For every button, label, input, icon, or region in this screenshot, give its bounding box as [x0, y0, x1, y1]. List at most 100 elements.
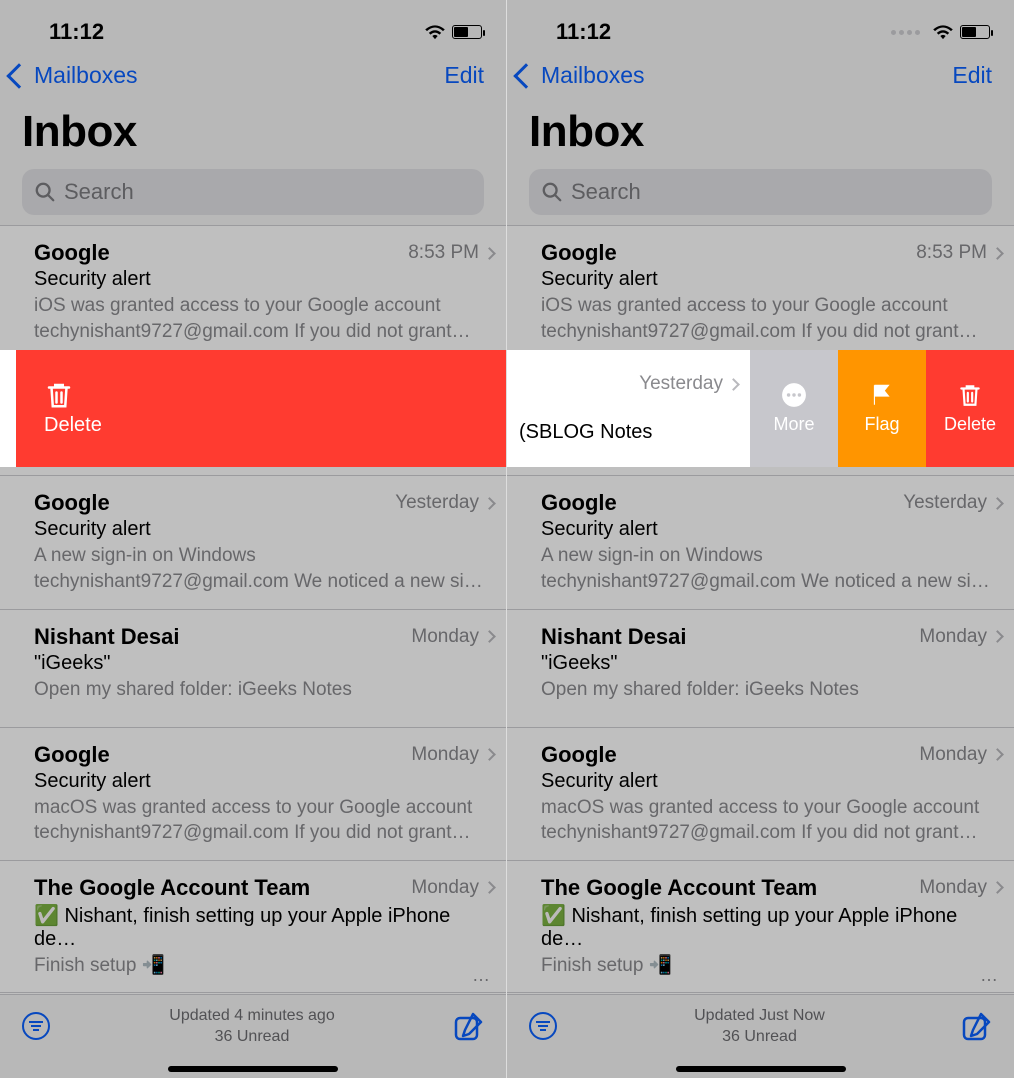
time: Monday — [919, 877, 1002, 899]
preview: Finish setup 📲 — [541, 953, 1002, 979]
message-row[interactable]: Google Monday Security alert macOS was g… — [507, 728, 1014, 861]
message-row[interactable]: Google Yesterday Security alert A new si… — [507, 476, 1014, 609]
filter-button[interactable] — [22, 1012, 50, 1040]
delete-label: Delete — [944, 414, 996, 435]
preview: Open my shared folder: iGeeks Notes — [34, 677, 494, 703]
preview: iOS was granted access to your Google ac… — [34, 293, 494, 344]
subject: ✅ Nishant, finish setting up your Apple … — [34, 903, 494, 951]
search-input[interactable]: Search — [22, 169, 484, 215]
message-row[interactable]: Google 8:53 PM Security alert iOS was gr… — [507, 226, 1014, 359]
home-indicator — [168, 1066, 338, 1072]
delete-action[interactable]: Delete — [16, 350, 506, 467]
phone-right: 11:12 Mailboxes Edit Inbox Search Google… — [507, 0, 1014, 1078]
time: Monday — [411, 744, 494, 766]
toolbar-status: Updated Just Now 36 Unread — [694, 1005, 825, 1048]
swipe-actions-row[interactable]: Yesterday (SBLOG Notes More Flag Delete — [507, 350, 1014, 467]
time: 8:53 PM — [408, 242, 494, 264]
filter-button[interactable] — [529, 1012, 557, 1040]
subject: Security alert — [541, 770, 1002, 793]
message-row[interactable]: Google Monday Security alert macOS was g… — [0, 728, 506, 861]
message-row[interactable]: Nishant Desai Monday "iGeeks" Open my sh… — [507, 610, 1014, 728]
more-icon: … — [472, 965, 492, 986]
preview: Finish setup 📲 — [34, 953, 494, 979]
page-title: Inbox — [0, 97, 506, 169]
swipe-message-subject: (SBLOG Notes — [519, 421, 750, 444]
phone-left: 11:12 Mailboxes Edit Inbox Search Google… — [0, 0, 507, 1078]
swipe-message-body[interactable]: Yesterday (SBLOG Notes — [507, 350, 750, 467]
screen-record-dots-icon — [891, 30, 920, 35]
sender: The Google Account Team — [541, 875, 817, 901]
bottom-toolbar: Updated Just Now 36 Unread — [507, 994, 1014, 1058]
status-time: 11:12 — [556, 19, 611, 45]
time: Monday — [411, 626, 494, 648]
search-input[interactable]: Search — [529, 169, 992, 215]
back-button[interactable]: Mailboxes — [10, 62, 138, 89]
sender: Google — [541, 490, 617, 516]
chevron-back-icon — [513, 63, 538, 88]
chevron-right-icon — [991, 748, 1004, 761]
preview: iOS was granted access to your Google ac… — [541, 293, 1002, 344]
swipe-full-delete-row[interactable]: Delete — [0, 350, 506, 467]
trash-icon — [44, 380, 74, 410]
status-time: 11:12 — [49, 19, 104, 45]
chevron-right-icon — [483, 630, 496, 643]
delete-label: Delete — [44, 414, 102, 437]
toolbar-status: Updated 4 minutes ago 36 Unread — [169, 1005, 334, 1048]
time: 8:53 PM — [916, 242, 1002, 264]
preview: macOS was granted access to your Google … — [541, 795, 1002, 846]
chevron-right-icon — [991, 881, 1004, 894]
status-bar: 11:12 — [507, 0, 1014, 50]
compose-button[interactable] — [962, 1011, 992, 1041]
subject: Security alert — [34, 518, 494, 541]
compose-icon — [962, 1011, 992, 1041]
subject: Security alert — [34, 268, 494, 291]
compose-button[interactable] — [454, 1011, 484, 1041]
chevron-right-icon — [991, 247, 1004, 260]
subject: "iGeeks" — [541, 652, 1002, 675]
wifi-icon — [932, 24, 954, 40]
chevron-back-icon — [6, 63, 31, 88]
chevron-right-icon — [483, 247, 496, 260]
chevron-right-icon — [991, 630, 1004, 643]
edit-button[interactable]: Edit — [444, 62, 484, 89]
more-action[interactable]: More — [750, 350, 838, 467]
delete-action[interactable]: Delete — [926, 350, 1014, 467]
chevron-right-icon — [483, 497, 496, 510]
search-placeholder: Search — [571, 179, 641, 205]
message-list: Google 8:53 PM Security alert iOS was gr… — [507, 225, 1014, 1040]
search-icon — [34, 181, 56, 203]
subject: ✅ Nishant, finish setting up your Apple … — [541, 903, 1002, 951]
more-label: More — [773, 414, 814, 435]
filter-icon — [536, 1021, 550, 1031]
subject: Security alert — [541, 518, 1002, 541]
chevron-right-icon — [727, 378, 740, 391]
flag-label: Flag — [864, 414, 899, 435]
message-row[interactable]: Nishant Desai Monday "iGeeks" Open my sh… — [0, 610, 506, 728]
time: Yesterday — [395, 492, 494, 514]
preview: A new sign-in on Windows techynishant972… — [34, 543, 494, 594]
edit-button[interactable]: Edit — [952, 62, 992, 89]
status-bar: 11:12 — [0, 0, 506, 50]
home-indicator — [676, 1066, 846, 1072]
chevron-right-icon — [991, 497, 1004, 510]
more-ellipsis-icon — [781, 382, 807, 408]
flag-icon — [869, 382, 895, 408]
subject: Security alert — [34, 770, 494, 793]
back-button[interactable]: Mailboxes — [517, 62, 645, 89]
sender: Google — [34, 490, 110, 516]
time: Monday — [411, 877, 494, 899]
message-row[interactable]: The Google Account Team Monday ✅ Nishant… — [507, 861, 1014, 994]
nav-bar: Mailboxes Edit — [0, 50, 506, 97]
chevron-right-icon — [483, 748, 496, 761]
sender: Google — [34, 240, 110, 266]
sender: Google — [541, 240, 617, 266]
flag-action[interactable]: Flag — [838, 350, 926, 467]
message-row[interactable]: Google 8:53 PM Security alert iOS was gr… — [0, 226, 506, 359]
preview: Open my shared folder: iGeeks Notes — [541, 677, 1002, 703]
time: Monday — [919, 626, 1002, 648]
message-row[interactable]: Google Yesterday Security alert A new si… — [0, 476, 506, 609]
back-label: Mailboxes — [541, 62, 645, 89]
message-row[interactable]: The Google Account Team Monday ✅ Nishant… — [0, 861, 506, 994]
search-icon — [541, 181, 563, 203]
message-list: Google 8:53 PM Security alert iOS was gr… — [0, 225, 506, 1040]
